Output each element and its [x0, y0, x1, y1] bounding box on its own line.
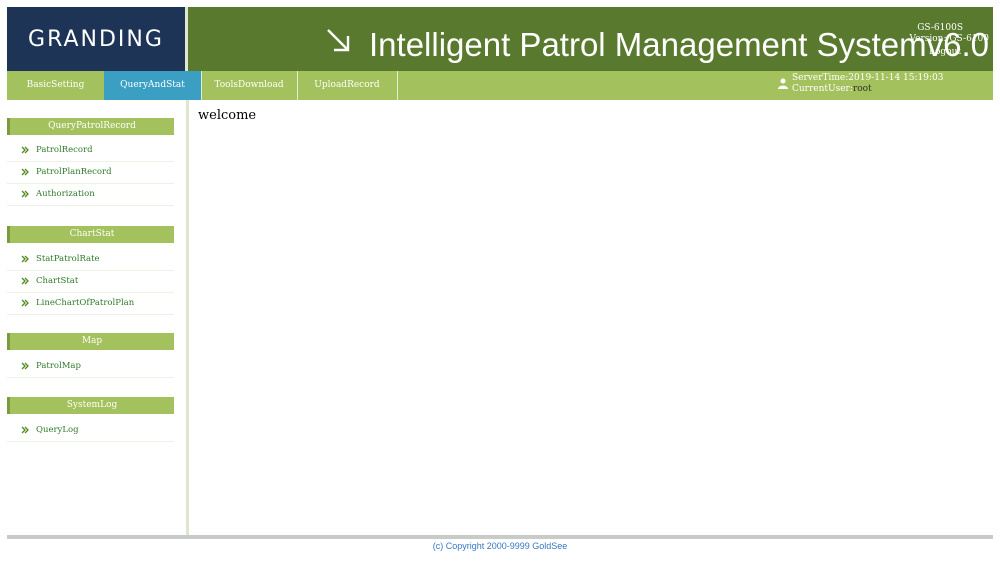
app-frame: GRANDING Intelligent Patrol Management S…: [7, 7, 993, 558]
double-chevron-right-icon: [21, 426, 29, 434]
double-chevron-right-icon: [21, 362, 29, 370]
double-chevron-right-icon: [21, 146, 29, 154]
sidebar: QueryPatrolRecord PatrolRecord PatrolPla…: [7, 100, 186, 535]
sidebar-divider: [186, 100, 189, 535]
sidebar-item-label: StatPatrolRate: [36, 254, 100, 264]
sidebar-section-map: Map PatrolMap: [7, 333, 174, 378]
sidebar-item-authorization[interactable]: Authorization: [7, 184, 174, 206]
arrow-down-right-icon: [327, 29, 350, 52]
double-chevron-right-icon: [21, 277, 29, 285]
device-model: GS-6100S: [917, 23, 963, 33]
logo-separator: [185, 7, 188, 71]
footer-divider: [7, 535, 993, 539]
sidebar-item-line-chart-of-patrol-plan[interactable]: LineChartOfPatrolPlan: [7, 293, 174, 315]
tab-upload-record[interactable]: UploadRecord: [297, 71, 398, 100]
welcome-text: welcome: [198, 108, 257, 123]
logout-link[interactable]: Logout: [929, 47, 961, 57]
sidebar-item-label: LineChartOfPatrolPlan: [36, 298, 135, 308]
sidebar-item-label: PatrolPlanRecord: [36, 167, 112, 177]
header-banner: GRANDING Intelligent Patrol Management S…: [7, 7, 993, 71]
current-user-value: root: [852, 84, 872, 94]
sidebar-item-label: PatrolMap: [36, 361, 81, 371]
logo: GRANDING: [7, 7, 185, 71]
double-chevron-right-icon: [21, 190, 29, 198]
tab-basic-setting[interactable]: BasicSetting: [7, 71, 105, 100]
sidebar-section-query-patrol-record: QueryPatrolRecord PatrolRecord PatrolPla…: [7, 118, 174, 206]
double-chevron-right-icon: [21, 168, 29, 176]
sidebar-item-label: QueryLog: [36, 425, 79, 435]
sidebar-item-stat-patrol-rate[interactable]: StatPatrolRate: [7, 249, 174, 271]
sidebar-item-patrol-record[interactable]: PatrolRecord: [7, 140, 174, 162]
double-chevron-right-icon: [21, 299, 29, 307]
current-user-label: CurrentUser:: [792, 84, 853, 94]
sidebar-section-title: ChartStat: [7, 226, 174, 243]
sidebar-section-chart-stat: ChartStat StatPatrolRate ChartStat LineC…: [7, 226, 174, 315]
version-label: Version: GS-6100: [909, 34, 989, 44]
logo-text: GRANDING: [28, 26, 164, 52]
current-user: CurrentUser:root: [792, 84, 943, 95]
user-icon: [778, 78, 788, 89]
sidebar-item-label: Authorization: [36, 189, 95, 199]
sidebar-item-patrol-map[interactable]: PatrolMap: [7, 356, 174, 378]
sidebar-item-patrol-plan-record[interactable]: PatrolPlanRecord: [7, 162, 174, 184]
sidebar-item-chart-stat[interactable]: ChartStat: [7, 271, 174, 293]
server-info: ServerTime:2019-11-14 15:19:03 CurrentUs…: [778, 73, 944, 95]
sidebar-item-query-log[interactable]: QueryLog: [7, 420, 174, 442]
sidebar-section-title: QueryPatrolRecord: [7, 118, 174, 135]
tab-tools-download[interactable]: ToolsDownload: [201, 71, 298, 100]
sidebar-section-title: Map: [7, 333, 174, 350]
copyright-text: (c) Copyright 2000-9999 GoldSee: [432, 541, 568, 551]
double-chevron-right-icon: [21, 255, 29, 263]
sidebar-item-label: PatrolRecord: [36, 145, 93, 155]
sidebar-section-system-log: SystemLog QueryLog: [7, 397, 174, 442]
system-title: Intelligent Patrol Management Systemv6.0: [369, 26, 989, 63]
sidebar-item-label: ChartStat: [36, 276, 79, 286]
tab-query-and-stat[interactable]: QueryAndStat: [104, 71, 202, 100]
server-time: ServerTime:2019-11-14 15:19:03: [792, 73, 944, 83]
main-nav: BasicSetting QueryAndStat ToolsDownload …: [7, 71, 993, 100]
sidebar-section-title: SystemLog: [7, 397, 174, 414]
